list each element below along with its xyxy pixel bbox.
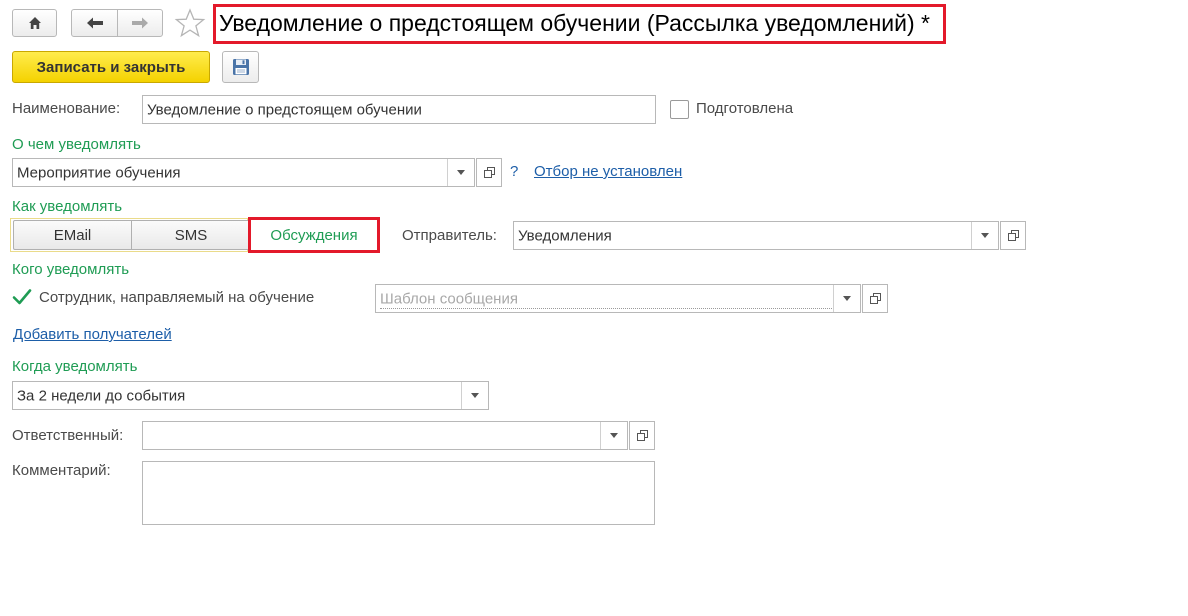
save-button[interactable] xyxy=(222,51,259,83)
responsible-select[interactable] xyxy=(142,421,628,450)
when-dropdown-button[interactable] xyxy=(461,382,488,409)
whom-section-title: Кого уведомлять xyxy=(12,261,130,278)
chevron-down-icon xyxy=(457,170,465,175)
template-select[interactable]: Шаблон сообщения xyxy=(375,284,861,313)
name-label: Наименование: xyxy=(12,100,121,117)
page-title: Уведомление о предстоящем обучении (Расс… xyxy=(219,10,930,36)
prepared-label: Подготовлена xyxy=(696,100,794,117)
save-and-close-button[interactable]: Записать и закрыть xyxy=(12,51,210,83)
template-dropdown-button[interactable] xyxy=(833,285,860,312)
open-icon xyxy=(1007,230,1019,241)
comment-textarea[interactable] xyxy=(142,461,655,525)
forward-button[interactable] xyxy=(117,9,163,37)
checkmark-icon xyxy=(12,289,32,305)
how-section-title: Как уведомлять xyxy=(12,198,123,215)
when-section-title: Когда уведомлять xyxy=(12,358,138,375)
help-icon[interactable]: ? xyxy=(510,163,518,180)
home-button[interactable] xyxy=(12,9,57,37)
template-placeholder: Шаблон сообщения xyxy=(380,290,518,307)
floppy-disk-icon xyxy=(232,59,249,75)
chevron-down-icon xyxy=(610,433,618,438)
when-value: За 2 недели до события xyxy=(17,387,186,404)
arrow-right-icon xyxy=(132,17,148,29)
open-icon xyxy=(636,430,648,441)
channel-email-button[interactable]: EMail xyxy=(13,220,132,250)
name-value: Уведомление о предстоящем обучении xyxy=(147,101,422,118)
arrow-left-icon xyxy=(86,17,103,29)
template-underline xyxy=(380,308,832,309)
sender-select[interactable]: Уведомления xyxy=(513,221,999,250)
when-select[interactable]: За 2 недели до события xyxy=(12,381,489,410)
prepared-checkbox[interactable] xyxy=(670,100,689,119)
employee-label: Сотрудник, направляемый на обучение xyxy=(39,289,315,306)
add-recipients-link[interactable]: Добавить получателей xyxy=(13,326,172,343)
what-dropdown-button[interactable] xyxy=(447,159,474,186)
chevron-down-icon xyxy=(843,296,851,301)
what-open-button[interactable] xyxy=(476,158,502,187)
responsible-label: Ответственный: xyxy=(12,427,124,444)
employee-checkbox[interactable] xyxy=(12,287,32,307)
sender-value: Уведомления xyxy=(518,227,612,244)
channel-discussions-button[interactable]: Обсуждения xyxy=(251,220,377,250)
responsible-dropdown-button[interactable] xyxy=(600,422,627,449)
sender-open-button[interactable] xyxy=(1000,221,1026,250)
open-icon xyxy=(483,167,495,178)
star-icon xyxy=(174,8,206,38)
filter-link[interactable]: Отбор не установлен xyxy=(534,163,682,180)
favorite-star-button[interactable] xyxy=(174,8,206,42)
open-icon xyxy=(869,293,881,304)
name-input[interactable]: Уведомление о предстоящем обучении xyxy=(142,95,656,124)
sender-dropdown-button[interactable] xyxy=(971,222,998,249)
sender-label: Отправитель: xyxy=(402,227,497,244)
responsible-open-button[interactable] xyxy=(629,421,655,450)
comment-label: Комментарий: xyxy=(12,462,111,479)
what-section-title: О чем уведомлять xyxy=(12,136,141,153)
what-select[interactable]: Мероприятие обучения xyxy=(12,158,475,187)
back-button[interactable] xyxy=(71,9,118,37)
home-icon xyxy=(28,17,41,29)
channel-sms-button[interactable]: SMS xyxy=(131,220,251,250)
chevron-down-icon xyxy=(471,393,479,398)
chevron-down-icon xyxy=(981,233,989,238)
what-value: Мероприятие обучения xyxy=(17,164,181,181)
template-open-button[interactable] xyxy=(862,284,888,313)
